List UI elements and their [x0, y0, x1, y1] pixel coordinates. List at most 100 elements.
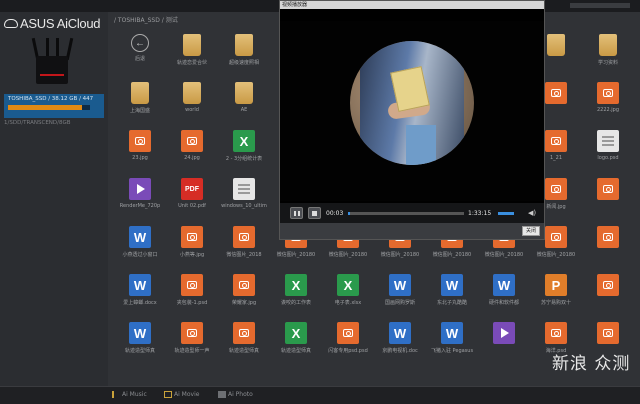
app-logo: ASUS AiCloud [4, 16, 101, 31]
player-footer: 关闭 [280, 223, 544, 239]
file-item[interactable]: 轨迹恋爱合伙 [166, 34, 218, 80]
file-item[interactable]: X 电子表.xlsx [322, 274, 374, 320]
ai-photo-tab[interactable]: Ai Photo [218, 391, 253, 398]
excel-icon: X [285, 322, 307, 344]
file-name: windows_10_ultim [221, 203, 267, 209]
file-name: 轨迹造型师一声 [174, 348, 210, 354]
photo-icon [233, 274, 255, 296]
file-item[interactable]: 微信图片_2018 [218, 226, 270, 272]
secondary-storage-item[interactable]: 1/SDD/TRANSCEND/8GB [4, 120, 71, 126]
word-icon: W [441, 322, 463, 344]
file-name: Unit 02.pdf [178, 203, 206, 209]
file-item[interactable]: 轨迹造型师一声 [166, 322, 218, 368]
ai-music-tab[interactable]: Ai Music [112, 391, 147, 398]
file-item[interactable]: PDF Unit 02.pdf [166, 178, 218, 224]
file-name: 海洋.psd [545, 348, 567, 354]
file-item[interactable]: windows_10_ultim [218, 178, 270, 224]
file-name: 微信图片_2018 [226, 252, 262, 258]
file-item[interactable]: RenderMe_720p [114, 178, 166, 224]
file-item[interactable]: 荣耀家.jpg [218, 274, 270, 320]
word-icon: W [441, 274, 463, 296]
file-item[interactable] [582, 226, 634, 272]
file-item[interactable] [478, 322, 530, 368]
word-icon: W [389, 322, 411, 344]
folder-icon [547, 34, 565, 56]
stop-button[interactable] [308, 207, 321, 219]
document-icon [597, 130, 619, 152]
file-item[interactable]: W 硬件和软件都 [478, 274, 530, 320]
file-name: 东北子丸酷酷 [436, 300, 467, 306]
photo-icon [337, 322, 359, 344]
file-name: 微信图片_20180 [380, 252, 420, 258]
file-name: 24.jpg [184, 155, 200, 161]
file-name: 23.jpg [132, 155, 148, 161]
excel-icon: X [233, 130, 255, 152]
music-icon [112, 391, 120, 398]
storage-item[interactable]: TOSHIBA_SSD / 38.12 GB / 447 [4, 94, 104, 118]
file-item[interactable]: AE [218, 82, 270, 128]
file-item[interactable]: logo.psd [582, 130, 634, 176]
file-item[interactable]: W 京鹏电视机.doc [374, 322, 426, 368]
file-item[interactable]: 小燕等.jpg [166, 226, 218, 272]
file-item[interactable]: W 国画网购罗斯 [374, 274, 426, 320]
photo-icon [181, 130, 203, 152]
file-item[interactable]: 闪客专用psd.psd [322, 322, 374, 368]
pause-button[interactable] [290, 207, 303, 219]
file-item[interactable]: W 轨迹造型师真 [114, 322, 166, 368]
close-button[interactable]: 关闭 [522, 226, 540, 236]
folder-icon [131, 82, 149, 104]
file-item[interactable]: P 苏宁易购双十 [530, 274, 582, 320]
back-arrow-icon: ← [131, 34, 149, 52]
seek-slider[interactable] [348, 212, 464, 215]
file-name: 硬件和软件都 [488, 300, 519, 306]
breadcrumb[interactable]: / TOSHIBA_SSD / 测试 [114, 15, 178, 24]
file-item[interactable]: ← 后退 [114, 34, 166, 80]
file-item[interactable]: X 诶咬的工作表 [270, 274, 322, 320]
photo-icon [129, 130, 151, 152]
file-name: 京鹏电视机.doc [382, 348, 418, 354]
photo-icon [218, 391, 226, 398]
file-name: 轨迹恋爱合伙 [176, 60, 207, 66]
file-item[interactable]: 夹包装-1.psd [166, 274, 218, 320]
file-item[interactable]: W 爱上蟑螂.docx [114, 274, 166, 320]
document-icon [233, 178, 255, 200]
file-item[interactable]: world [166, 82, 218, 128]
file-name: 轨迹造型师真 [124, 348, 155, 354]
photo-icon [545, 322, 567, 344]
file-item[interactable]: 24.jpg [166, 130, 218, 176]
movie-icon [164, 391, 172, 398]
file-name: 夹包装-1.psd [176, 300, 208, 306]
file-item[interactable]: W 小燕透过小窗口 [114, 226, 166, 272]
pdf-icon: PDF [181, 178, 203, 200]
file-item[interactable] [582, 178, 634, 224]
word-icon: W [493, 274, 515, 296]
file-name: 2 - 3分组统计表 [225, 156, 263, 162]
player-controls: 00:03 1:33:15 ◀) [280, 203, 544, 223]
file-item[interactable]: 上海国盛 [114, 82, 166, 128]
file-item[interactable]: 超级速度照相 [218, 34, 270, 80]
file-item[interactable]: 学习资料 [582, 34, 634, 80]
photo-icon [181, 322, 203, 344]
file-name: 诶咬的工作表 [280, 300, 311, 306]
file-name: 电子表.xlsx [334, 300, 362, 306]
photo-icon [597, 178, 619, 200]
file-item[interactable] [582, 274, 634, 320]
storage-usage-bar [8, 105, 90, 110]
file-item[interactable]: X 轨迹造型师真 [270, 322, 322, 368]
file-item[interactable]: 2222.jpg [582, 82, 634, 128]
file-name: 轨迹造型师真 [228, 348, 259, 354]
file-item[interactable]: 23.jpg [114, 130, 166, 176]
file-name: 学习资料 [597, 60, 618, 66]
file-item[interactable]: W 飞猪入驻 Pegasus [426, 322, 478, 368]
video-frame[interactable] [280, 21, 544, 201]
file-item[interactable]: X 2 - 3分组统计表 [218, 130, 270, 176]
file-item[interactable]: 轨迹造型师真 [218, 322, 270, 368]
excel-icon: X [337, 274, 359, 296]
file-name: 国画网购罗斯 [384, 300, 415, 306]
volume-slider[interactable] [498, 212, 514, 215]
word-icon: W [129, 226, 151, 248]
ai-movie-tab[interactable]: Ai Movie [164, 391, 199, 398]
speaker-icon[interactable]: ◀) [528, 209, 536, 217]
file-item[interactable]: W 东北子丸酷酷 [426, 274, 478, 320]
bottom-bar: Ai Music Ai Movie Ai Photo [0, 386, 640, 404]
